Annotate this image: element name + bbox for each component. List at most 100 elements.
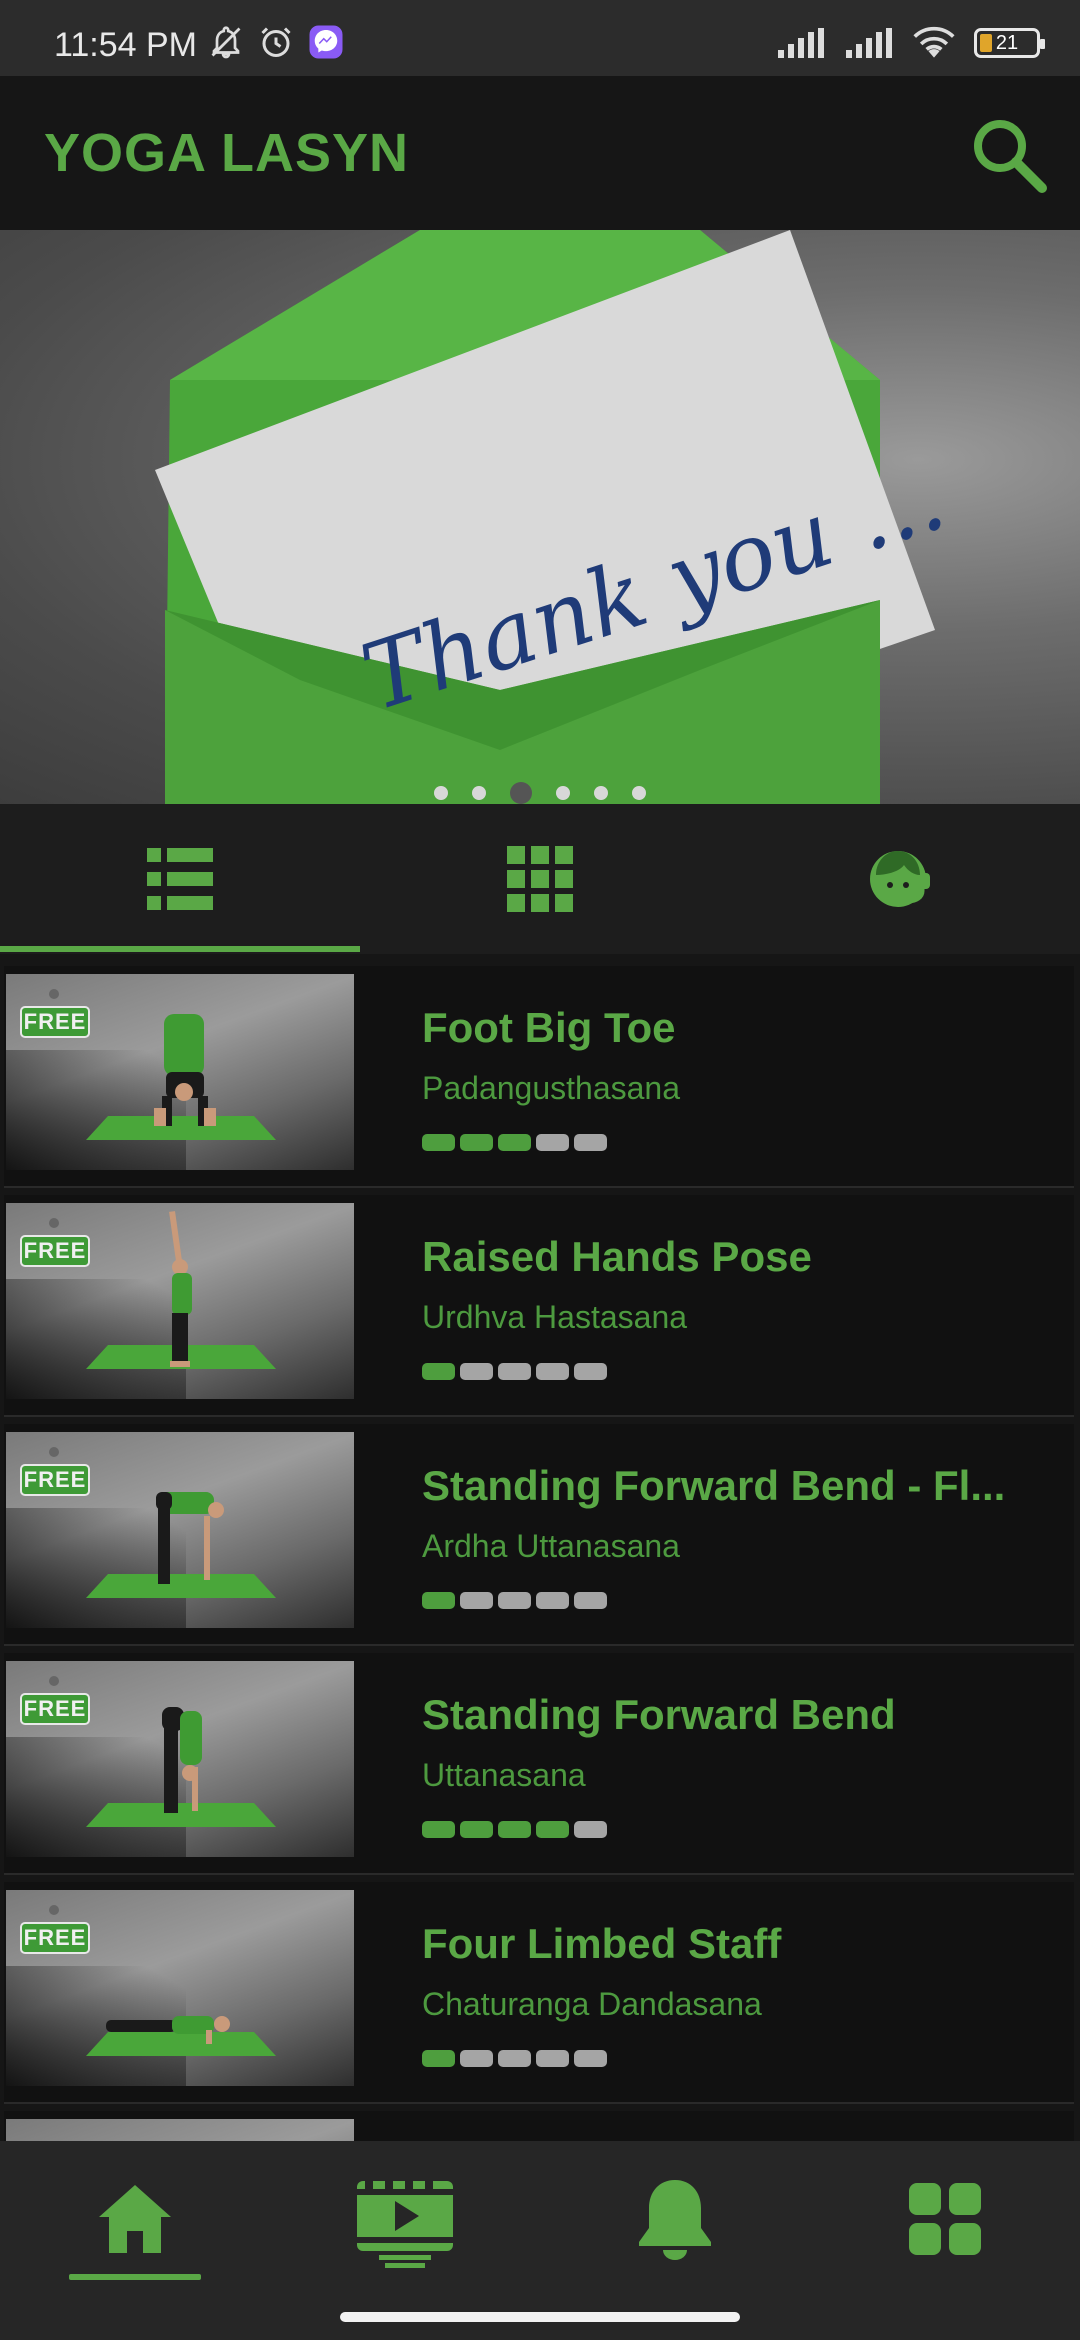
pose-subtitle: Uttanasana — [422, 1757, 586, 1793]
nav-more[interactable] — [810, 2141, 1080, 2296]
pose-thumbnail: FREE — [6, 1890, 354, 2086]
status-notification-icons — [208, 24, 344, 60]
pose-figure — [169, 1211, 192, 1367]
free-badge: FREE — [20, 1235, 90, 1267]
pose-subtitle: Urdhva Hastasana — [422, 1299, 688, 1335]
app-bar: YOGA LASYN — [0, 76, 1080, 230]
carousel-dot[interactable] — [632, 786, 646, 800]
free-badge: FREE — [20, 1693, 90, 1725]
list-item[interactable] — [4, 2111, 1074, 2141]
search-button[interactable] — [966, 112, 1050, 196]
search-icon — [974, 120, 1047, 193]
difficulty-level — [422, 1821, 607, 1838]
home-icon — [99, 2184, 171, 2253]
pose-subtitle: Ardha Uttanasana — [422, 1528, 680, 1564]
level-segment-filled — [536, 1821, 569, 1838]
pose-title: Foot Big Toe — [422, 1004, 676, 1051]
free-badge: FREE — [20, 1464, 90, 1496]
pose-title: Four Limbed Staff — [422, 1920, 782, 1967]
level-segment-empty — [574, 1134, 607, 1151]
pose-figure — [156, 1492, 224, 1584]
status-bar: 11:54 PM 21 — [0, 0, 1080, 76]
pose-figure — [106, 2016, 230, 2044]
level-segment-filled — [498, 1134, 531, 1151]
list-item[interactable]: FREE Foot Big Toe Padangusthasana — [4, 966, 1074, 1188]
list-item[interactable]: FREE Raised Hands Pose Urdhva Hastasana — [4, 1195, 1074, 1417]
level-segment-empty — [574, 1363, 607, 1380]
pose-subtitle: Padangusthasana — [422, 1070, 680, 1106]
tab-list-view[interactable] — [0, 804, 360, 954]
alarm-icon — [261, 27, 291, 57]
home-indicator[interactable] — [340, 2312, 740, 2322]
level-segment-empty — [574, 2050, 607, 2067]
free-badge: FREE — [20, 1922, 90, 1954]
level-segment-empty — [536, 1592, 569, 1609]
pose-subtitle: Chaturanga Dandasana — [422, 1986, 762, 2022]
signal-icon — [778, 28, 824, 58]
difficulty-level — [422, 1363, 607, 1380]
level-segment-empty — [460, 1592, 493, 1609]
tab-support[interactable] — [720, 804, 1080, 954]
level-segment-empty — [574, 1821, 607, 1838]
apps-icon — [909, 2182, 981, 2255]
video-icon — [357, 2180, 453, 2268]
view-tabs — [0, 804, 1080, 954]
battery-icon: 21 — [974, 28, 1045, 58]
pose-thumbnail: FREE — [6, 1432, 354, 1628]
level-segment-empty — [498, 2050, 531, 2067]
tab-grid-view[interactable] — [360, 804, 720, 954]
list-item[interactable]: FREE Four Limbed Staff Chaturanga Dandas… — [4, 1882, 1074, 2104]
level-segment-filled — [422, 1821, 455, 1838]
difficulty-level — [422, 1134, 607, 1151]
level-segment-filled — [460, 1134, 493, 1151]
pose-list[interactable]: FREE Foot Big Toe Padangusthasana FREE R… — [0, 958, 1080, 2141]
list-item[interactable]: FREE Standing Forward Bend - Fl... Ardha… — [4, 1424, 1074, 1646]
level-segment-filled — [460, 1821, 493, 1838]
pose-title: Standing Forward Bend — [422, 1691, 896, 1738]
difficulty-level — [422, 2050, 607, 2067]
pose-thumbnail: FREE — [6, 1203, 354, 1399]
pose-figure — [154, 1014, 216, 1126]
nav-videos[interactable] — [270, 2141, 540, 2296]
level-segment-filled — [422, 1134, 455, 1151]
pose-figure — [162, 1707, 202, 1813]
carousel-dot-active[interactable] — [510, 782, 532, 804]
bell-off-icon — [211, 26, 241, 59]
pose-thumbnail — [6, 2119, 354, 2141]
level-segment-empty — [498, 1592, 531, 1609]
pose-thumbnail: FREE — [6, 1661, 354, 1857]
carousel-indicator — [0, 782, 1080, 804]
banner-carousel[interactable]: Thank you ... — [0, 230, 1080, 804]
list-item[interactable]: FREE Standing Forward Bend Uttanasana — [4, 1653, 1074, 1875]
level-segment-filled — [422, 1592, 455, 1609]
bell-icon — [639, 2179, 711, 2260]
carousel-dot[interactable] — [472, 786, 486, 800]
gesture-area — [0, 2296, 1080, 2340]
level-segment-empty — [498, 1363, 531, 1380]
pose-title: Raised Hands Pose — [422, 1233, 812, 1280]
signal-icon — [846, 28, 892, 58]
status-system-icons: 21 — [776, 26, 1045, 60]
support-agent-icon — [870, 851, 930, 907]
app-title: YOGA LASYN — [44, 123, 410, 183]
level-segment-filled — [498, 1821, 531, 1838]
status-time: 11:54 PM — [54, 26, 198, 64]
level-segment-empty — [460, 2050, 493, 2067]
carousel-dot[interactable] — [434, 786, 448, 800]
free-badge: FREE — [20, 1006, 90, 1038]
carousel-dot[interactable] — [594, 786, 608, 800]
list-icon — [147, 848, 213, 910]
level-segment-empty — [536, 1134, 569, 1151]
level-segment-filled — [422, 2050, 455, 2067]
level-segment-empty — [460, 1363, 493, 1380]
grid-icon — [507, 846, 573, 912]
pose-title: Standing Forward Bend - Fl... — [422, 1462, 1006, 1509]
nav-home[interactable] — [0, 2141, 270, 2296]
messenger-icon — [309, 25, 343, 59]
pose-thumbnail: FREE — [6, 974, 354, 1170]
battery-level: 21 — [995, 31, 1019, 54]
carousel-dot[interactable] — [556, 786, 570, 800]
level-segment-empty — [574, 1592, 607, 1609]
nav-notifications[interactable] — [540, 2141, 810, 2296]
level-segment-empty — [536, 2050, 569, 2067]
